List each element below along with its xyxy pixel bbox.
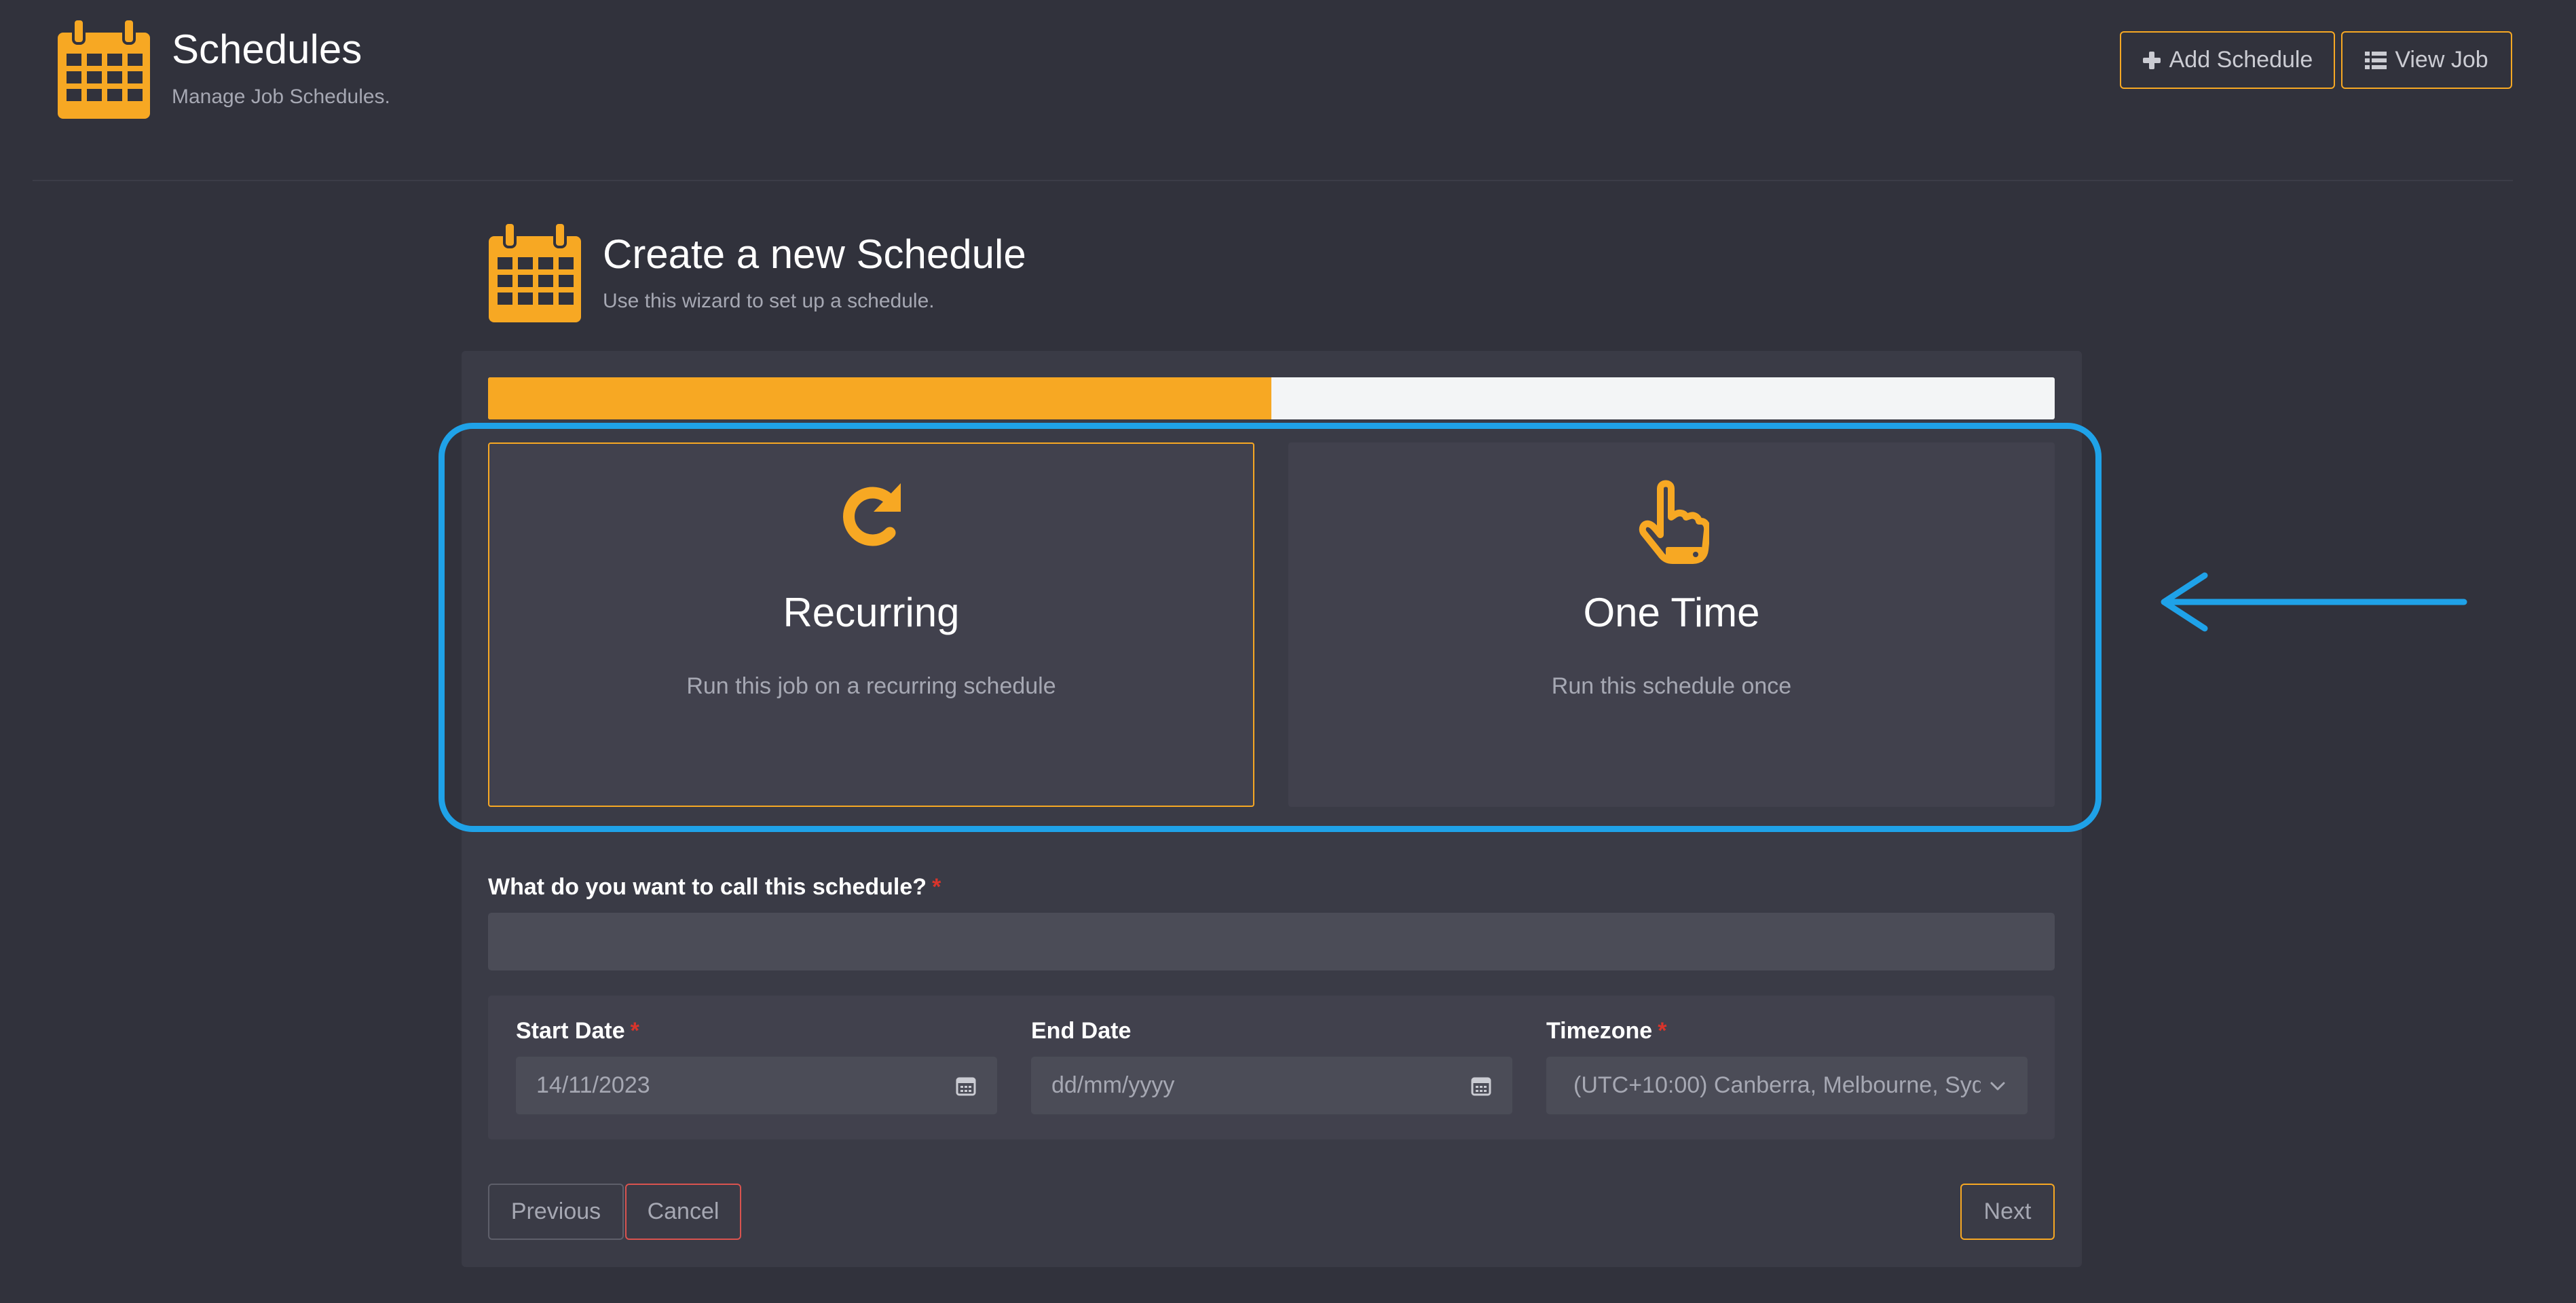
recurring-option-title: Recurring <box>783 590 960 635</box>
one-time-option-description: Run this schedule once <box>1551 673 1792 699</box>
start-date-value: 14/11/2023 <box>536 1072 650 1098</box>
required-marker: * <box>630 1018 639 1044</box>
start-date-label-text: Start Date <box>516 1018 625 1044</box>
start-date-label: Start Date * <box>516 1018 639 1044</box>
next-button[interactable]: Next <box>1960 1184 2055 1240</box>
header-divider <box>33 180 2513 181</box>
timezone-label-text: Timezone <box>1546 1018 1653 1044</box>
list-icon <box>2365 51 2387 69</box>
one-time-option-title: One Time <box>1583 590 1760 635</box>
one-time-option-card[interactable]: One Time Run this schedule once <box>1288 442 2055 807</box>
timezone-label: Timezone * <box>1546 1018 1666 1044</box>
calendar-picker-icon[interactable] <box>955 1075 977 1097</box>
schedule-name-input[interactable] <box>488 913 2055 970</box>
start-date-input[interactable]: 14/11/2023 <box>516 1057 997 1114</box>
recurring-option-description: Run this job on a recurring schedule <box>686 673 1056 699</box>
calendar-icon <box>489 221 581 322</box>
page-subtitle: Manage Job Schedules. <box>172 86 390 108</box>
calendar-picker-icon[interactable] <box>1470 1075 1492 1097</box>
refresh-icon <box>842 483 901 546</box>
wizard-progress-bar <box>488 377 2055 419</box>
required-marker: * <box>1658 1018 1667 1044</box>
view-job-button[interactable]: View Job <box>2341 31 2512 89</box>
plus-icon <box>2142 51 2161 69</box>
cancel-button[interactable]: Cancel <box>625 1184 741 1240</box>
schedule-name-label: What do you want to call this schedule? * <box>488 874 941 901</box>
chevron-down-icon <box>1990 1082 2005 1090</box>
app-header: Schedules Manage Job Schedules. Add Sche… <box>0 0 2576 183</box>
end-date-label: End Date <box>1031 1018 1131 1044</box>
hand-pointer-icon <box>1639 480 1709 564</box>
recurring-option-card[interactable]: Recurring Run this job on a recurring sc… <box>488 442 1254 807</box>
annotation-arrow-icon <box>2161 572 2467 632</box>
end-date-label-text: End Date <box>1031 1018 1132 1044</box>
wizard-subtitle: Use this wizard to set up a schedule. <box>603 290 935 312</box>
page-title: Schedules <box>172 26 362 72</box>
required-marker: * <box>932 874 941 900</box>
timezone-select[interactable]: (UTC+10:00) Canberra, Melbourne, Sydney <box>1546 1057 2028 1114</box>
end-date-input[interactable]: dd/mm/yyyy <box>1031 1057 1512 1114</box>
previous-button[interactable]: Previous <box>488 1184 624 1240</box>
progress-fill <box>488 377 1271 419</box>
end-date-placeholder: dd/mm/yyyy <box>1051 1072 1175 1098</box>
schedule-name-label-text: What do you want to call this schedule? <box>488 874 927 900</box>
add-schedule-label: Add Schedule <box>2169 47 2313 73</box>
calendar-icon <box>58 18 150 119</box>
wizard-title: Create a new Schedule <box>603 231 1026 277</box>
timezone-value: (UTC+10:00) Canberra, Melbourne, Sydney <box>1573 1072 1981 1098</box>
view-job-label: View Job <box>2395 47 2488 73</box>
add-schedule-button[interactable]: Add Schedule <box>2120 31 2335 89</box>
